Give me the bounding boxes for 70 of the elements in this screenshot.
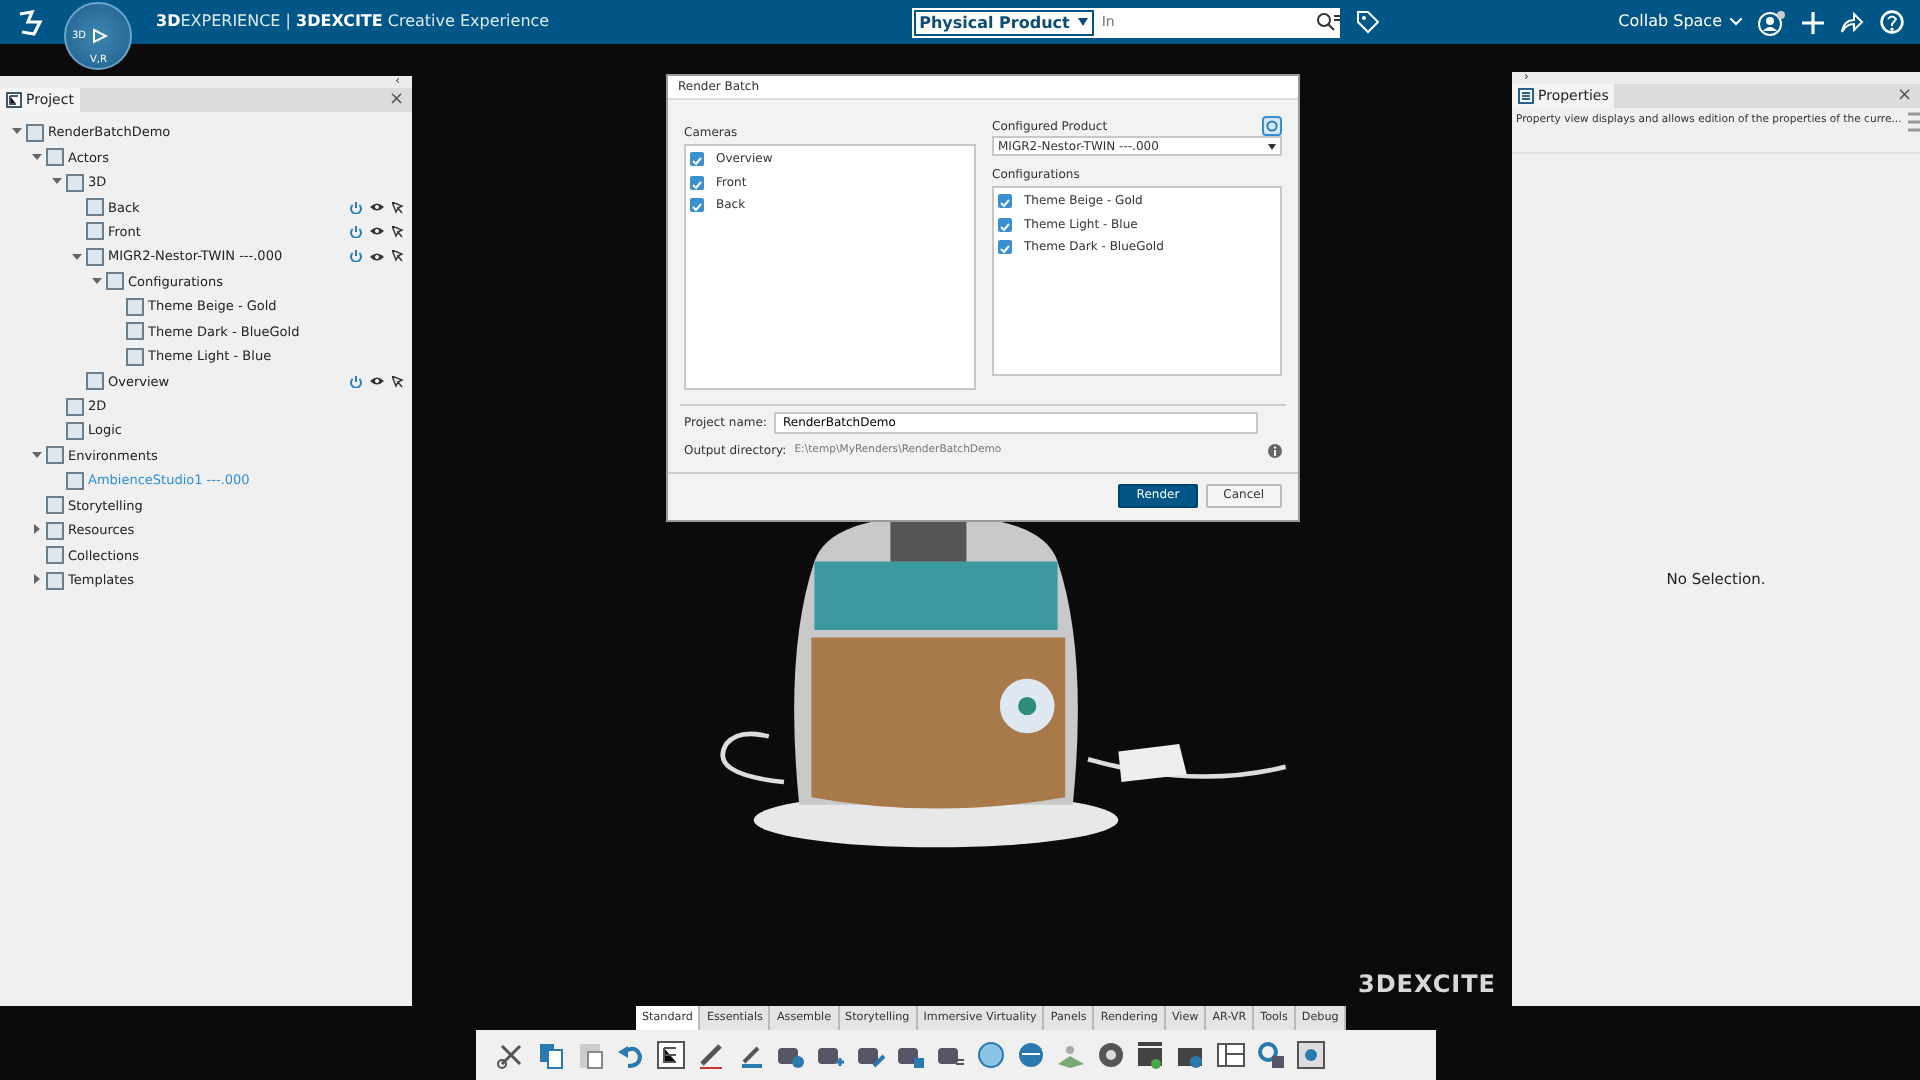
- tree-node-icon: [66, 173, 84, 192]
- tree-node-icon: [46, 546, 64, 565]
- expanded-arrow-icon[interactable]: [12, 126, 22, 137]
- undo-icon[interactable]: [616, 1040, 646, 1070]
- layout-icon[interactable]: [1216, 1040, 1246, 1070]
- tree-node-icon: [86, 222, 104, 241]
- cut-icon[interactable]: [496, 1040, 526, 1070]
- tree-node-icon: [46, 571, 64, 590]
- user-icon[interactable]: [1758, 9, 1786, 35]
- power-icon[interactable]: [350, 375, 362, 388]
- help-icon[interactable]: [1880, 10, 1904, 34]
- paste-icon[interactable]: [576, 1040, 606, 1070]
- tree-node-icon: [66, 471, 84, 490]
- tree-node-icon: [46, 521, 64, 540]
- search-scope-dropdown[interactable]: Physical Product: [911, 7, 1096, 37]
- copy-icon[interactable]: [536, 1040, 566, 1070]
- checkbox[interactable]: [998, 240, 1012, 255]
- eye-icon[interactable]: [370, 376, 384, 387]
- checkbox[interactable]: [690, 175, 704, 190]
- tree-node-icon: [46, 446, 64, 465]
- collab-space-dropdown[interactable]: Collab Space: [1618, 10, 1742, 34]
- caret-icon: [1077, 18, 1088, 26]
- power-icon[interactable]: [350, 201, 362, 214]
- logo-icon[interactable]: [16, 8, 48, 36]
- brand-logo: 3DEXCITE: [1358, 968, 1496, 1002]
- cursor-icon[interactable]: [392, 375, 404, 388]
- collapsed-arrow-icon[interactable]: [32, 524, 42, 535]
- plus-icon[interactable]: [1802, 11, 1824, 33]
- gear-icon: [1266, 120, 1278, 132]
- tree-node-icon: [86, 198, 104, 217]
- tree-node-icon: [106, 272, 124, 291]
- app-title: 3DEXPERIENCE | 3DEXCITE Creative Experience: [156, 10, 550, 34]
- close-button[interactable]: ×: [380, 88, 412, 112]
- play-icon[interactable]: [92, 28, 108, 44]
- caret-icon: [1268, 143, 1276, 149]
- tree-node-icon: [126, 347, 144, 366]
- expanded-arrow-icon[interactable]: [52, 176, 62, 187]
- tree-node-icon: [26, 123, 44, 142]
- info-icon[interactable]: [1268, 444, 1282, 458]
- tree-node-icon: [126, 297, 144, 316]
- checkbox[interactable]: [998, 217, 1012, 232]
- aperture-icon[interactable]: [1096, 1040, 1126, 1070]
- checkbox[interactable]: [998, 194, 1012, 209]
- tree-node-icon: [66, 421, 84, 440]
- collapsed-arrow-icon[interactable]: [32, 574, 42, 585]
- tag-icon[interactable]: [1355, 10, 1380, 34]
- eye-icon[interactable]: [370, 251, 384, 262]
- tree-node-icon: [126, 322, 144, 341]
- expanded-arrow-icon[interactable]: [32, 151, 42, 162]
- settings-button[interactable]: [1262, 116, 1282, 136]
- search-icon[interactable]: [1315, 12, 1340, 32]
- power-icon[interactable]: [350, 225, 362, 238]
- tree-node-icon: [86, 372, 104, 391]
- close-button[interactable]: ×: [1888, 84, 1920, 108]
- share-icon[interactable]: [1840, 11, 1864, 33]
- checkbox[interactable]: [690, 198, 704, 213]
- checkbox[interactable]: [690, 152, 704, 167]
- tree-node-icon: [66, 397, 84, 416]
- expanded-arrow-icon[interactable]: [32, 450, 42, 461]
- power-icon[interactable]: [350, 250, 362, 263]
- tree-node-icon: [86, 247, 104, 266]
- chevron-icon: [1730, 18, 1742, 26]
- expanded-arrow-icon[interactable]: [92, 275, 102, 286]
- list-icon: [1518, 88, 1534, 104]
- eye-icon[interactable]: [370, 226, 384, 237]
- expanded-arrow-icon[interactable]: [72, 251, 82, 262]
- pencil-icon[interactable]: [696, 1040, 726, 1070]
- tree-node-icon: [46, 148, 64, 167]
- eye-icon[interactable]: [370, 202, 384, 213]
- tree-node-icon: [46, 496, 64, 515]
